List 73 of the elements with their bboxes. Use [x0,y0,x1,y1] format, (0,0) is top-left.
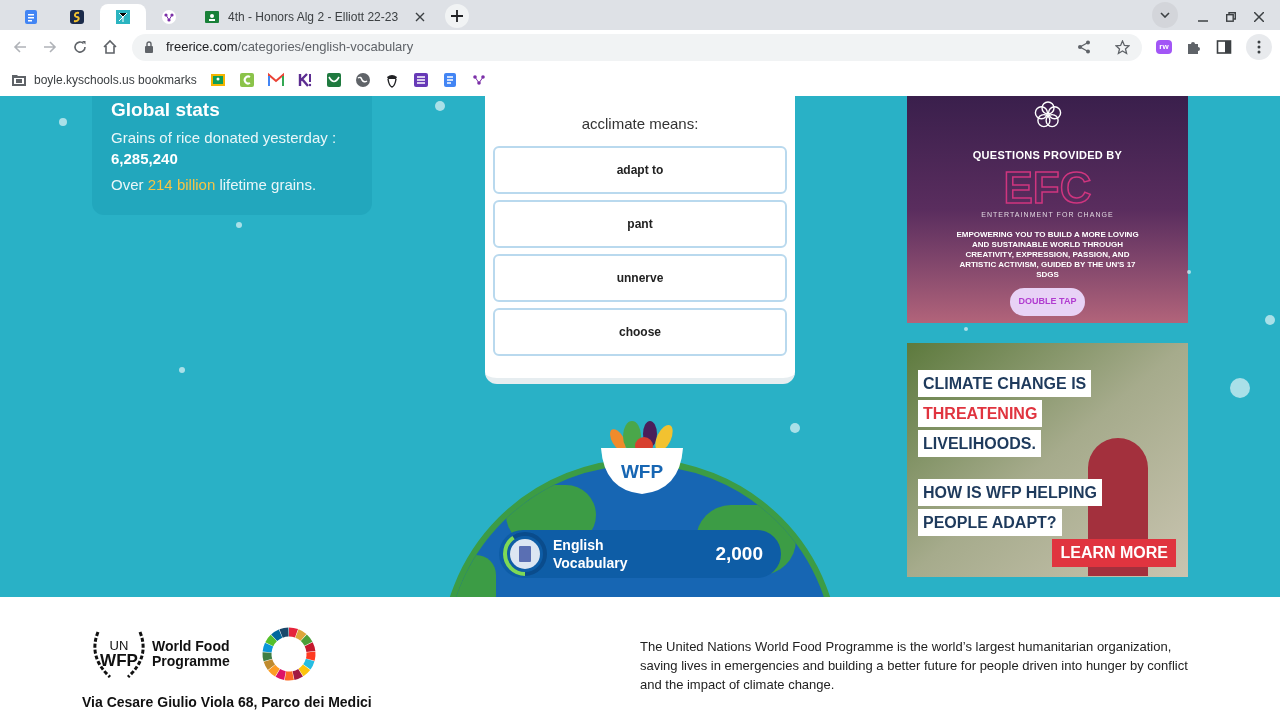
logo-name: Programme [152,654,230,669]
stats-value: 6,285,240 [111,149,179,169]
classroom-icon [204,9,220,25]
ad-logo: EFC [1003,165,1092,210]
document-icon [23,9,39,25]
chevron-down-icon [1160,12,1170,18]
new-tab-button[interactable] [445,4,469,28]
bubble [59,118,67,126]
bubble [790,423,800,433]
folder-icon [12,74,26,86]
extension-badge[interactable]: rw [1156,40,1172,54]
address-bar[interactable]: freerice.com/categories/english-vocabulary [132,33,1142,61]
wfp-emblem: UN WFP [88,627,150,681]
classroom-icon[interactable] [209,72,226,88]
stats-label: Grains of rice donated yesterday : [111,128,338,148]
branch-pattern-icon [115,9,131,25]
bubble [1265,315,1275,325]
ad-headline: CLIMATE CHANGE IS [918,370,1092,397]
tab-title: 4th - Honors Alg 2 - Elliott 22-23 [228,9,400,26]
smile-square-icon[interactable] [325,72,342,88]
close-icon[interactable] [415,12,425,22]
star-icon[interactable] [1115,39,1130,55]
answer-option[interactable]: choose [493,308,787,356]
ad-headline: HOW IS WFP HELPING [918,479,1102,506]
restore-icon[interactable] [1226,12,1236,22]
bubble [1187,270,1191,274]
reload-icon[interactable] [72,39,88,55]
description-text: The United Nations World Food Programme is the world’s largest humanitarian organization, saving lives in emergencies and building a better future for people driven into hunger by conflict and the impact of climate change. [640,638,1189,694]
dots-network-icon [161,9,177,25]
script-s-icon [69,9,85,25]
answer-option[interactable]: pant [493,200,787,248]
dots-network-icon[interactable] [470,72,487,88]
score-value: 2,000 [715,541,763,566]
answer-option[interactable]: adapt to [493,146,787,194]
question-text: acclimate means: [580,114,700,134]
bubble [236,222,242,228]
answer-option[interactable]: unnerve [493,254,787,302]
lifetime-grains-text: Over 214 billion lifetime grains. [111,175,318,195]
more-vertical-icon [1257,40,1261,54]
ad-headline: PEOPLE ADAPT? [918,509,1062,536]
close-icon[interactable] [1254,12,1264,22]
advertisement-banner[interactable]: CLIMATE CHANGE IS THREATENING LIVELIHOODS. HOW IS WFP HELPING PEOPLE ADAPT? LEARN MORE [907,343,1188,577]
color-wheel-logo [261,627,316,681]
share-icon[interactable] [1077,40,1091,54]
document-icon[interactable] [441,72,458,88]
ad-heading: QUESTIONS PROVIDED BY [972,148,1123,163]
bubble [179,367,185,373]
bubble [435,101,445,111]
stats-title: Global stats [111,98,221,122]
category-name: English Vocabulary [553,536,629,572]
lock-icon [144,41,154,53]
ad-body-text: EMPOWERING YOU TO BUILD A MORE LOVING AND SUSTAINABLE WORLD THROUGH CREATIVITY, EXPRESSION, PASSION, AND ARTISTIC ACTIVISM, GUIDED BY THE UN'S 17 SDGS [955,230,1140,280]
list-icon[interactable] [412,72,429,88]
tab-search-button[interactable] [1152,2,1178,28]
mail-icon[interactable] [267,72,284,88]
ad-headline: LIVELIHOODS. [918,430,1041,457]
bookmark-folder[interactable]: boyle.kyschools.us bookmarks [12,71,197,89]
plus-icon [451,10,463,22]
ad-headline: THREATENING [918,400,1043,427]
book-icon [510,539,540,569]
side-panel-icon[interactable] [1216,39,1232,55]
globe-icon[interactable] [354,72,371,88]
url-text: freerice.com/categories/english-vocabulary [166,38,415,57]
address-text: Via Cesare Giulio Viola 68, Parco dei Medici [82,693,373,711]
bubble [964,327,968,331]
logo-name: World Food [152,639,230,654]
letter-k-icon[interactable] [296,72,313,88]
ad-button[interactable]: LEARN MORE [1052,539,1176,567]
home-icon[interactable] [102,39,118,55]
bowl-label: WFP [619,460,665,484]
advertisement-banner[interactable] [907,96,1188,323]
puzzle-piece-icon[interactable] [1186,39,1202,55]
bubble [1230,378,1250,398]
